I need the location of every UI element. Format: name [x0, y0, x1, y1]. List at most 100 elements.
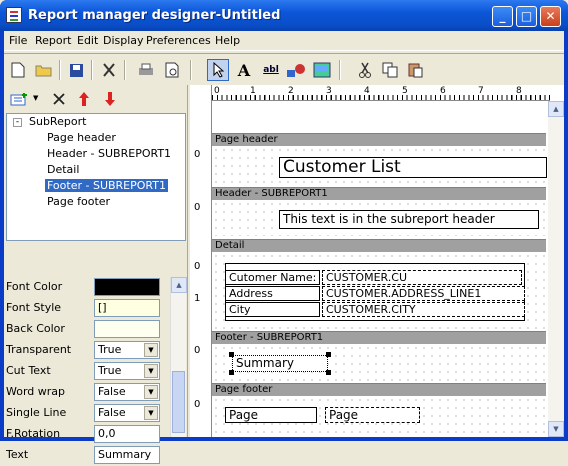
chevron-down-icon[interactable]: ▼: [33, 94, 38, 102]
label-address[interactable]: Address: [225, 286, 320, 301]
menu-preferences[interactable]: Preferences: [146, 34, 211, 47]
single-line-value: False: [98, 406, 126, 419]
word-wrap-select[interactable]: False ▼: [94, 383, 160, 401]
resize-handle[interactable]: [229, 352, 234, 357]
minimize-button[interactable]: _: [492, 6, 513, 27]
menu-edit[interactable]: Edit: [77, 34, 98, 47]
report-tree: - SubReport Page header Header - SUBREPO…: [6, 113, 186, 241]
print-icon[interactable]: [135, 59, 157, 81]
back-color-swatch[interactable]: [94, 320, 160, 338]
toolbar-separator: [339, 60, 341, 80]
cut-text-select[interactable]: True ▼: [94, 362, 160, 380]
tree-root-subreport[interactable]: SubReport: [27, 115, 88, 128]
canvas-vertical-scrollbar[interactable]: ▲ ▼: [548, 101, 564, 437]
menu-display[interactable]: Display: [103, 34, 144, 47]
app-icon[interactable]: [6, 7, 22, 23]
add-section-icon[interactable]: [8, 88, 30, 110]
tree-item-page-header[interactable]: Page header: [45, 131, 118, 144]
menu-report[interactable]: Report: [35, 34, 71, 47]
label-customer-name[interactable]: Cutomer Name:: [225, 270, 320, 285]
resize-handle[interactable]: [326, 370, 331, 375]
field-customer-city[interactable]: CUSTOMER.CITY: [322, 302, 525, 317]
client-area: File Report Edit Display Preferences Hel…: [4, 31, 564, 464]
field-customer-cu[interactable]: CUSTOMER.CU: [322, 270, 522, 285]
field-customer-address[interactable]: CUSTOMER.ADDRESS_LINE1: [322, 286, 525, 301]
collapse-toggle[interactable]: -: [13, 118, 22, 127]
label-tool-icon[interactable]: A: [233, 59, 255, 81]
single-line-select[interactable]: False ▼: [94, 404, 160, 422]
scroll-down-icon[interactable]: ▼: [548, 421, 564, 437]
band-detail[interactable]: Detail: [212, 239, 546, 252]
band-subreport-footer[interactable]: Footer - SUBREPORT1: [212, 331, 546, 344]
prop-label: Text: [6, 448, 29, 461]
font-style-field[interactable]: []: [94, 299, 160, 317]
maximize-button[interactable]: □: [516, 6, 537, 27]
prop-label: Back Color: [6, 322, 65, 335]
close-button[interactable]: ✕: [540, 6, 561, 27]
label-summary[interactable]: Summary: [232, 355, 328, 372]
prop-row: Transparent True ▼: [6, 340, 176, 361]
rotation-field[interactable]: 0,0: [94, 425, 160, 443]
tree-item-page-footer[interactable]: Page footer: [45, 195, 112, 208]
prop-row: F.Rotation 0,0: [6, 424, 176, 445]
delete-icon[interactable]: [48, 88, 70, 110]
dropdown-arrow-icon[interactable]: ▼: [144, 364, 158, 378]
toolbar-separator: [124, 60, 126, 80]
shape-tool-icon[interactable]: [285, 59, 307, 81]
prop-row: Word wrap False ▼: [6, 382, 176, 403]
tree-toolbar: ▼: [4, 85, 188, 113]
print-preview-icon[interactable]: [161, 59, 183, 81]
label-customer-list[interactable]: Customer List: [279, 157, 547, 178]
band-subreport-header[interactable]: Header - SUBREPORT1: [212, 187, 546, 200]
resize-handle[interactable]: [229, 370, 234, 375]
app-window: Report manager designer-Untitled _ □ ✕ F…: [0, 0, 568, 464]
cut-tool-icon[interactable]: [98, 59, 120, 81]
prop-row: Font Color: [6, 277, 176, 298]
field-page-number[interactable]: Page: [325, 407, 420, 423]
tree-item-header-subreport1[interactable]: Header - SUBREPORT1: [45, 147, 173, 160]
prop-label: Transparent: [6, 343, 72, 356]
scroll-up-icon[interactable]: ▲: [548, 101, 564, 117]
text-field[interactable]: Summary: [94, 446, 160, 464]
menu-help[interactable]: Help: [215, 34, 240, 47]
copy-icon[interactable]: [379, 59, 401, 81]
save-icon[interactable]: [65, 59, 87, 81]
ruler-tick: 0: [194, 202, 201, 213]
paste-icon[interactable]: [404, 59, 426, 81]
label-city[interactable]: City: [225, 302, 320, 317]
new-icon[interactable]: [7, 59, 29, 81]
resize-handle[interactable]: [326, 352, 331, 357]
image-tool-icon[interactable]: [311, 59, 333, 81]
window-title: Report manager designer-Untitled: [28, 8, 281, 23]
prop-row: Font Style []: [6, 298, 176, 319]
scissors-icon[interactable]: [354, 59, 376, 81]
scroll-thumb[interactable]: [172, 371, 185, 433]
tree-item-footer-subreport1[interactable]: Footer - SUBREPORT1: [45, 179, 168, 192]
dropdown-arrow-icon[interactable]: ▼: [144, 385, 158, 399]
open-icon[interactable]: [33, 59, 55, 81]
dropdown-arrow-icon[interactable]: ▼: [144, 343, 158, 357]
tree-item-detail[interactable]: Detail: [45, 163, 81, 176]
dropdown-arrow-icon[interactable]: ▼: [144, 406, 158, 420]
title-bar[interactable]: Report manager designer-Untitled _ □ ✕: [0, 0, 568, 31]
pointer-icon[interactable]: [207, 59, 229, 81]
font-color-swatch[interactable]: [94, 278, 160, 296]
label-page[interactable]: Page: [225, 407, 317, 423]
move-down-icon[interactable]: [99, 88, 121, 110]
move-up-icon[interactable]: [73, 88, 95, 110]
prop-label: Font Color: [6, 280, 63, 293]
ruler-tick: 0: [194, 345, 201, 356]
menu-file[interactable]: File: [9, 34, 27, 47]
properties-scrollbar[interactable]: ▲: [170, 277, 187, 437]
ruler-tick: 1: [194, 293, 201, 304]
band-page-footer[interactable]: Page footer: [212, 383, 546, 396]
prop-row: Cut Text True ▼: [6, 361, 176, 382]
label-subreport-header-text[interactable]: This text is in the subreport header: [279, 210, 539, 229]
prop-row: Single Line False ▼: [6, 403, 176, 424]
toolbar-separator: [190, 60, 192, 80]
field-tool-icon[interactable]: abl: [260, 59, 282, 81]
scroll-up-icon[interactable]: ▲: [171, 277, 187, 293]
band-page-header[interactable]: Page header: [212, 133, 546, 146]
properties-panel: Font Color Font Style [] Back Color Trans…: [4, 277, 188, 464]
transparent-select[interactable]: True ▼: [94, 341, 160, 359]
